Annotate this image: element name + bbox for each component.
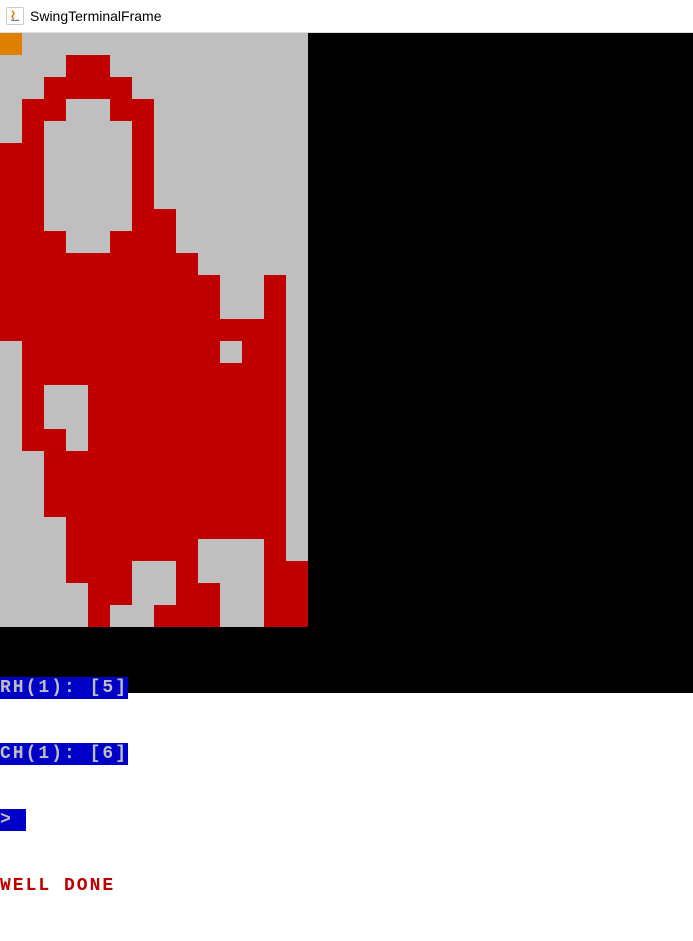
terminal-area[interactable]: RH(1): [5] CH(1): [6] > WELL DONE: [0, 33, 693, 693]
console-result: WELL DONE: [0, 875, 115, 897]
console-line-2: CH(1): [6]: [0, 743, 128, 765]
window-title: SwingTerminalFrame: [30, 8, 161, 24]
console-output: RH(1): [5] CH(1): [6] > WELL DONE: [0, 633, 128, 941]
titlebar: SwingTerminalFrame: [0, 0, 693, 33]
console-prompt[interactable]: >: [0, 809, 26, 831]
console-line-1: RH(1): [5]: [0, 677, 128, 699]
java-icon: [6, 7, 24, 25]
pixel-art-canvas: [0, 33, 693, 693]
